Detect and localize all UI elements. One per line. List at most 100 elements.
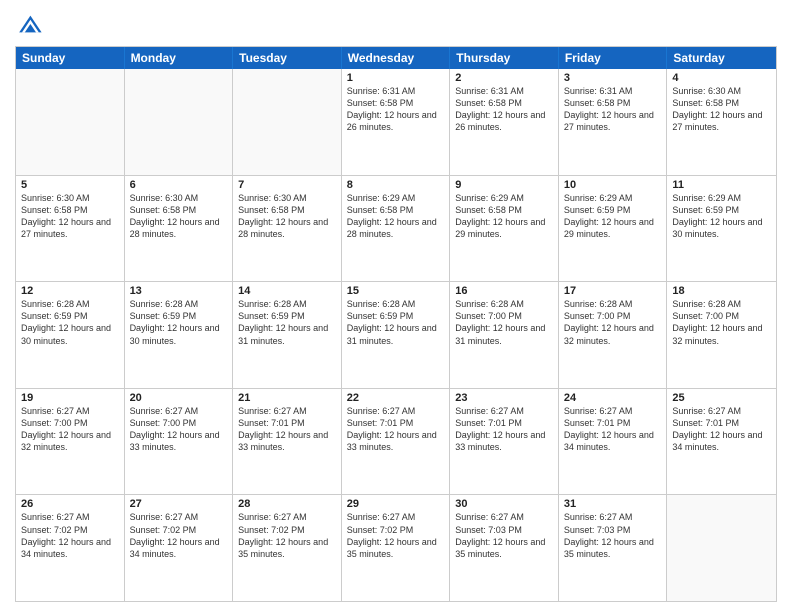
day-info: Sunrise: 6:27 AM Sunset: 7:02 PM Dayligh…: [21, 511, 119, 560]
cal-day-3: 3Sunrise: 6:31 AM Sunset: 6:58 PM Daylig…: [559, 69, 668, 175]
day-info: Sunrise: 6:27 AM Sunset: 7:01 PM Dayligh…: [672, 405, 771, 454]
day-info: Sunrise: 6:27 AM Sunset: 7:03 PM Dayligh…: [455, 511, 553, 560]
day-info: Sunrise: 6:31 AM Sunset: 6:58 PM Dayligh…: [564, 85, 662, 134]
day-info: Sunrise: 6:27 AM Sunset: 7:02 PM Dayligh…: [347, 511, 445, 560]
day-number: 29: [347, 498, 445, 510]
cal-day-1: 1Sunrise: 6:31 AM Sunset: 6:58 PM Daylig…: [342, 69, 451, 175]
general-blue-icon: [15, 10, 43, 38]
cal-day-30: 30Sunrise: 6:27 AM Sunset: 7:03 PM Dayli…: [450, 495, 559, 601]
cal-day-2: 2Sunrise: 6:31 AM Sunset: 6:58 PM Daylig…: [450, 69, 559, 175]
cal-day-6: 6Sunrise: 6:30 AM Sunset: 6:58 PM Daylig…: [125, 176, 234, 282]
day-number: 4: [672, 72, 771, 84]
cal-day-10: 10Sunrise: 6:29 AM Sunset: 6:59 PM Dayli…: [559, 176, 668, 282]
cal-day-14: 14Sunrise: 6:28 AM Sunset: 6:59 PM Dayli…: [233, 282, 342, 388]
cal-day-27: 27Sunrise: 6:27 AM Sunset: 7:02 PM Dayli…: [125, 495, 234, 601]
cal-day-12: 12Sunrise: 6:28 AM Sunset: 6:59 PM Dayli…: [16, 282, 125, 388]
day-info: Sunrise: 6:27 AM Sunset: 7:01 PM Dayligh…: [455, 405, 553, 454]
day-info: Sunrise: 6:28 AM Sunset: 6:59 PM Dayligh…: [21, 298, 119, 347]
cal-day-13: 13Sunrise: 6:28 AM Sunset: 6:59 PM Dayli…: [125, 282, 234, 388]
day-info: Sunrise: 6:28 AM Sunset: 7:00 PM Dayligh…: [564, 298, 662, 347]
cal-day-29: 29Sunrise: 6:27 AM Sunset: 7:02 PM Dayli…: [342, 495, 451, 601]
cal-day-28: 28Sunrise: 6:27 AM Sunset: 7:02 PM Dayli…: [233, 495, 342, 601]
day-info: Sunrise: 6:27 AM Sunset: 7:02 PM Dayligh…: [130, 511, 228, 560]
day-number: 24: [564, 392, 662, 404]
cal-day-22: 22Sunrise: 6:27 AM Sunset: 7:01 PM Dayli…: [342, 389, 451, 495]
day-info: Sunrise: 6:29 AM Sunset: 6:59 PM Dayligh…: [672, 192, 771, 241]
page: SundayMondayTuesdayWednesdayThursdayFrid…: [0, 0, 792, 612]
day-number: 30: [455, 498, 553, 510]
day-info: Sunrise: 6:29 AM Sunset: 6:58 PM Dayligh…: [455, 192, 553, 241]
cal-header-monday: Monday: [125, 47, 234, 69]
day-info: Sunrise: 6:28 AM Sunset: 6:59 PM Dayligh…: [238, 298, 336, 347]
cal-week-5: 26Sunrise: 6:27 AM Sunset: 7:02 PM Dayli…: [16, 495, 776, 601]
day-info: Sunrise: 6:27 AM Sunset: 7:01 PM Dayligh…: [564, 405, 662, 454]
cal-day-21: 21Sunrise: 6:27 AM Sunset: 7:01 PM Dayli…: [233, 389, 342, 495]
cal-header-wednesday: Wednesday: [342, 47, 451, 69]
day-number: 18: [672, 285, 771, 297]
calendar-header-row: SundayMondayTuesdayWednesdayThursdayFrid…: [16, 47, 776, 69]
day-number: 6: [130, 179, 228, 191]
day-number: 9: [455, 179, 553, 191]
cal-day-8: 8Sunrise: 6:29 AM Sunset: 6:58 PM Daylig…: [342, 176, 451, 282]
day-info: Sunrise: 6:31 AM Sunset: 6:58 PM Dayligh…: [455, 85, 553, 134]
day-number: 10: [564, 179, 662, 191]
day-info: Sunrise: 6:27 AM Sunset: 7:00 PM Dayligh…: [21, 405, 119, 454]
cal-day-7: 7Sunrise: 6:30 AM Sunset: 6:58 PM Daylig…: [233, 176, 342, 282]
logo: [15, 10, 47, 38]
day-info: Sunrise: 6:30 AM Sunset: 6:58 PM Dayligh…: [672, 85, 771, 134]
day-number: 31: [564, 498, 662, 510]
day-number: 14: [238, 285, 336, 297]
cal-empty-cell: [16, 69, 125, 175]
day-number: 5: [21, 179, 119, 191]
cal-day-31: 31Sunrise: 6:27 AM Sunset: 7:03 PM Dayli…: [559, 495, 668, 601]
day-info: Sunrise: 6:31 AM Sunset: 6:58 PM Dayligh…: [347, 85, 445, 134]
day-info: Sunrise: 6:30 AM Sunset: 6:58 PM Dayligh…: [238, 192, 336, 241]
cal-day-16: 16Sunrise: 6:28 AM Sunset: 7:00 PM Dayli…: [450, 282, 559, 388]
cal-header-thursday: Thursday: [450, 47, 559, 69]
cal-header-tuesday: Tuesday: [233, 47, 342, 69]
day-number: 13: [130, 285, 228, 297]
cal-day-9: 9Sunrise: 6:29 AM Sunset: 6:58 PM Daylig…: [450, 176, 559, 282]
day-info: Sunrise: 6:29 AM Sunset: 6:59 PM Dayligh…: [564, 192, 662, 241]
cal-day-5: 5Sunrise: 6:30 AM Sunset: 6:58 PM Daylig…: [16, 176, 125, 282]
day-info: Sunrise: 6:27 AM Sunset: 7:03 PM Dayligh…: [564, 511, 662, 560]
day-info: Sunrise: 6:27 AM Sunset: 7:00 PM Dayligh…: [130, 405, 228, 454]
cal-day-24: 24Sunrise: 6:27 AM Sunset: 7:01 PM Dayli…: [559, 389, 668, 495]
cal-week-4: 19Sunrise: 6:27 AM Sunset: 7:00 PM Dayli…: [16, 389, 776, 496]
day-number: 27: [130, 498, 228, 510]
cal-day-26: 26Sunrise: 6:27 AM Sunset: 7:02 PM Dayli…: [16, 495, 125, 601]
day-number: 25: [672, 392, 771, 404]
day-number: 3: [564, 72, 662, 84]
day-number: 2: [455, 72, 553, 84]
cal-day-23: 23Sunrise: 6:27 AM Sunset: 7:01 PM Dayli…: [450, 389, 559, 495]
day-number: 19: [21, 392, 119, 404]
cal-day-18: 18Sunrise: 6:28 AM Sunset: 7:00 PM Dayli…: [667, 282, 776, 388]
cal-week-2: 5 Sunrise: 6:30 AM Sunset: 6:58 PM Daylig…: [16, 176, 776, 283]
cal-empty-cell: [667, 495, 776, 601]
cal-week-1: 1Sunrise: 6:31 AM Sunset: 6:58 PM Daylig…: [16, 69, 776, 176]
day-number: 21: [238, 392, 336, 404]
day-number: 20: [130, 392, 228, 404]
day-info: Sunrise: 6:28 AM Sunset: 6:59 PM Dayligh…: [347, 298, 445, 347]
day-info: Sunrise: 6:28 AM Sunset: 7:00 PM Dayligh…: [455, 298, 553, 347]
day-number: 11: [672, 179, 771, 191]
day-number: 16: [455, 285, 553, 297]
cal-day-4: 4Sunrise: 6:30 AM Sunset: 6:58 PM Daylig…: [667, 69, 776, 175]
day-number: 22: [347, 392, 445, 404]
cal-day-17: 17Sunrise: 6:28 AM Sunset: 7:00 PM Dayli…: [559, 282, 668, 388]
day-number: 12: [21, 285, 119, 297]
day-info: Sunrise: 6:30 AM Sunset: 6:58 PM Dayligh…: [130, 192, 228, 241]
day-info: Sunrise: 6:27 AM Sunset: 7:01 PM Dayligh…: [347, 405, 445, 454]
day-info: Sunrise: 6:27 AM Sunset: 7:01 PM Dayligh…: [238, 405, 336, 454]
cal-day-25: 25Sunrise: 6:27 AM Sunset: 7:01 PM Dayli…: [667, 389, 776, 495]
day-number: 28: [238, 498, 336, 510]
day-number: 17: [564, 285, 662, 297]
day-info: Sunrise: 6:28 AM Sunset: 7:00 PM Dayligh…: [672, 298, 771, 347]
day-number: 26: [21, 498, 119, 510]
day-info: Sunrise: 6:28 AM Sunset: 6:59 PM Dayligh…: [130, 298, 228, 347]
cal-header-saturday: Saturday: [667, 47, 776, 69]
day-info: Sunrise: 6:27 AM Sunset: 7:02 PM Dayligh…: [238, 511, 336, 560]
cal-empty-cell: [233, 69, 342, 175]
day-number: 15: [347, 285, 445, 297]
cal-header-sunday: Sunday: [16, 47, 125, 69]
